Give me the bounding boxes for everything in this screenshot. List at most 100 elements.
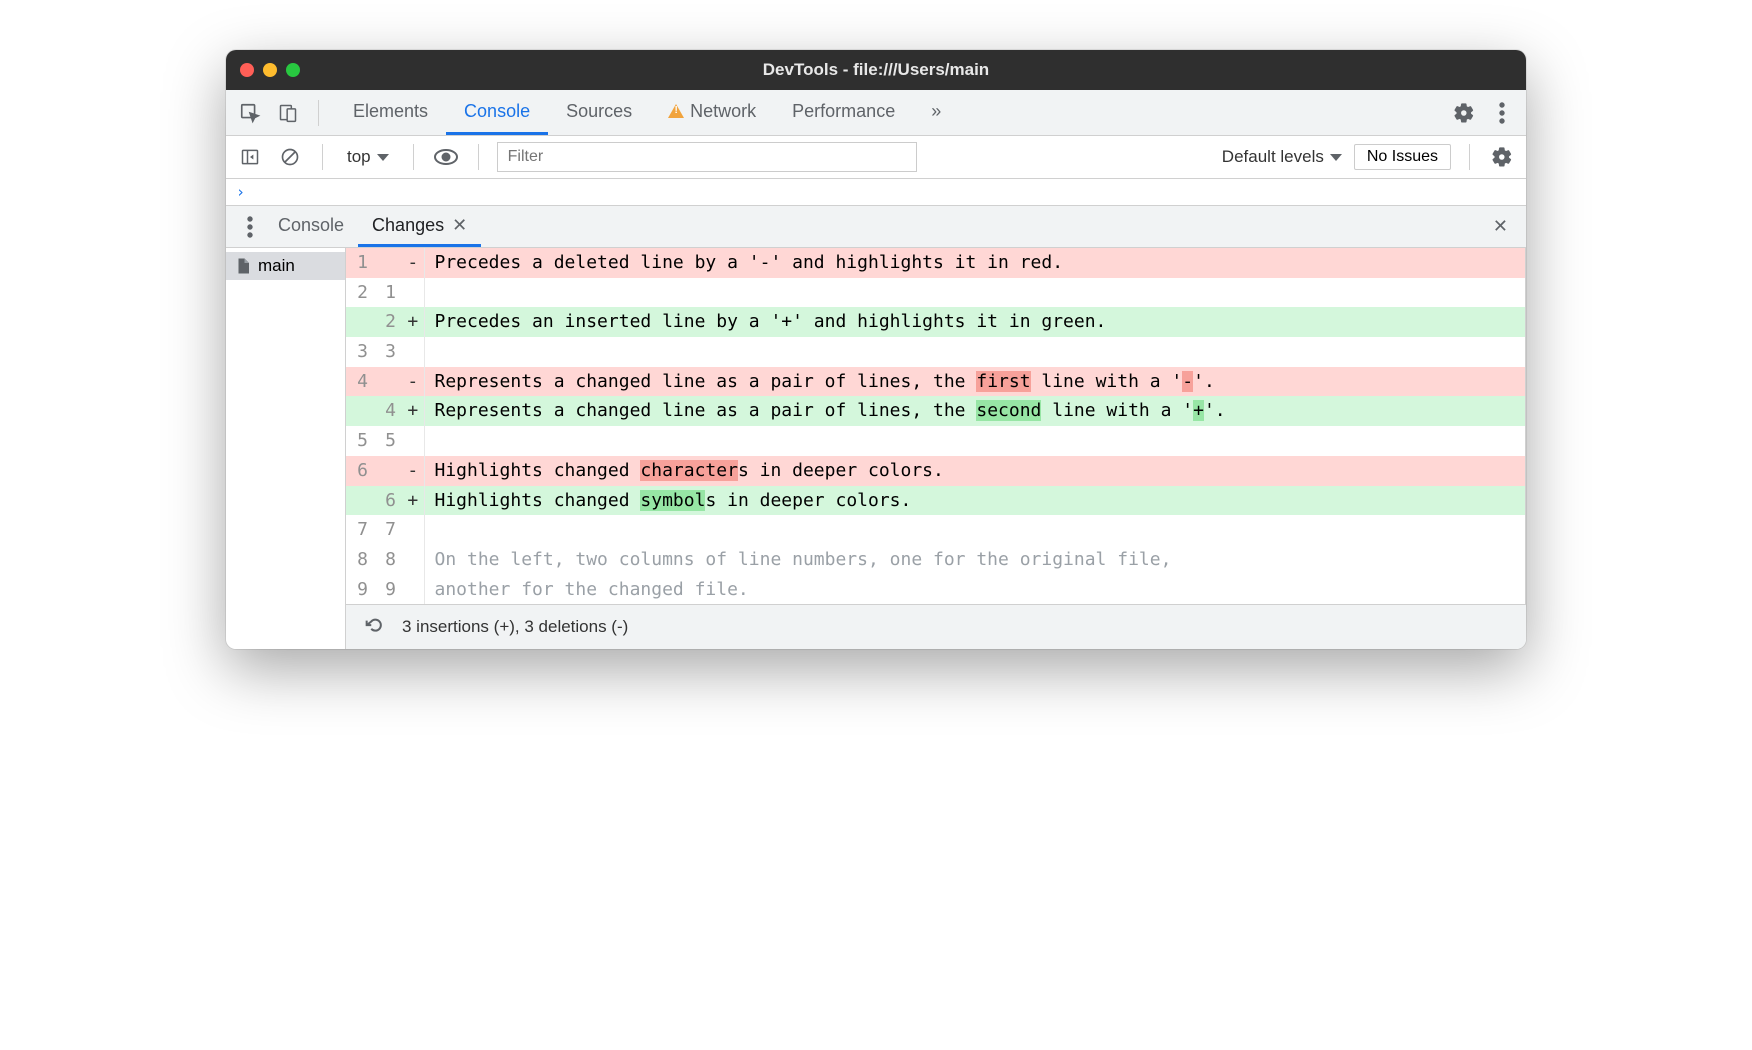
diff-marker bbox=[402, 545, 424, 575]
diff-marker bbox=[402, 337, 424, 367]
diff-content: Highlights changed characters in deeper … bbox=[424, 456, 1525, 486]
main-toolbar: Elements Console Sources Network Perform… bbox=[226, 90, 1526, 136]
chevron-down-icon bbox=[1330, 154, 1342, 161]
diff-content bbox=[424, 337, 1525, 367]
kebab-menu-icon[interactable] bbox=[1488, 99, 1516, 127]
tab-label: Elements bbox=[353, 101, 428, 122]
live-expression-icon[interactable] bbox=[432, 143, 460, 171]
diff-row: 4+Represents a changed line as a pair of… bbox=[346, 396, 1525, 426]
execution-context-selector[interactable]: top bbox=[341, 145, 395, 169]
titlebar: DevTools - file:///Users/main bbox=[226, 50, 1526, 90]
line-number-new: 1 bbox=[374, 278, 402, 308]
diff-row: 55 bbox=[346, 426, 1525, 456]
tab-label: Network bbox=[690, 101, 756, 122]
drawer-tabs: Console Changes ✕ ✕ bbox=[226, 206, 1526, 248]
close-tab-icon[interactable]: ✕ bbox=[452, 215, 467, 236]
diff-marker bbox=[402, 426, 424, 456]
drawer-tab-label: Changes bbox=[372, 215, 444, 236]
context-label: top bbox=[347, 147, 371, 167]
line-number-new bbox=[374, 367, 402, 397]
file-tree-item[interactable]: main bbox=[226, 252, 345, 280]
tab-elements[interactable]: Elements bbox=[335, 90, 446, 135]
line-number-old bbox=[346, 486, 374, 516]
line-number-new: 3 bbox=[374, 337, 402, 367]
tab-label: Performance bbox=[792, 101, 895, 122]
tab-label: Console bbox=[464, 101, 530, 122]
line-number-new: 6 bbox=[374, 486, 402, 516]
console-settings-icon[interactable] bbox=[1488, 143, 1516, 171]
diff-marker bbox=[402, 575, 424, 605]
separator bbox=[478, 144, 479, 170]
tab-network[interactable]: Network bbox=[650, 90, 774, 135]
revert-icon[interactable] bbox=[360, 613, 388, 641]
file-icon bbox=[234, 256, 252, 276]
clear-console-icon[interactable] bbox=[276, 143, 304, 171]
zoom-window-button[interactable] bbox=[286, 63, 300, 77]
tab-label: Sources bbox=[566, 101, 632, 122]
diff-row: 6-Highlights changed characters in deepe… bbox=[346, 456, 1525, 486]
line-number-old: 8 bbox=[346, 545, 374, 575]
chevron-down-icon bbox=[377, 154, 389, 161]
line-number-new: 4 bbox=[374, 396, 402, 426]
separator bbox=[318, 100, 319, 126]
tabs-overflow[interactable]: » bbox=[913, 90, 959, 135]
separator bbox=[413, 144, 414, 170]
settings-icon[interactable] bbox=[1450, 99, 1478, 127]
warning-icon bbox=[668, 104, 684, 118]
minimize-window-button[interactable] bbox=[263, 63, 277, 77]
diff-row: 2+Precedes an inserted line by a '+' and… bbox=[346, 307, 1525, 337]
line-number-old: 5 bbox=[346, 426, 374, 456]
changes-status-bar: 3 insertions (+), 3 deletions (-) bbox=[346, 604, 1526, 649]
drawer-menu-icon[interactable] bbox=[236, 213, 264, 241]
diff-row: 77 bbox=[346, 515, 1525, 545]
changes-panel: main 1-Precedes a deleted line by a '-' … bbox=[226, 248, 1526, 649]
close-window-button[interactable] bbox=[240, 63, 254, 77]
log-levels-selector[interactable]: Default levels bbox=[1222, 147, 1342, 167]
close-drawer-icon[interactable]: ✕ bbox=[1493, 216, 1516, 237]
console-toolbar: top Default levels No Issues bbox=[226, 136, 1526, 179]
tab-sources[interactable]: Sources bbox=[548, 90, 650, 135]
line-number-old: 4 bbox=[346, 367, 374, 397]
line-number-old bbox=[346, 307, 374, 337]
issues-button[interactable]: No Issues bbox=[1354, 144, 1451, 170]
issues-label: No Issues bbox=[1367, 148, 1438, 165]
drawer-tab-label: Console bbox=[278, 215, 344, 236]
file-tree: main bbox=[226, 248, 346, 649]
diff-content: Represents a changed line as a pair of l… bbox=[424, 367, 1525, 397]
drawer-tab-console[interactable]: Console bbox=[264, 206, 358, 247]
diff-content: Precedes an inserted line by a '+' and h… bbox=[424, 307, 1525, 337]
diff-row: 33 bbox=[346, 337, 1525, 367]
line-number-new: 2 bbox=[374, 307, 402, 337]
diff-content: another for the changed file. bbox=[424, 575, 1525, 605]
drawer-tab-changes[interactable]: Changes ✕ bbox=[358, 206, 481, 247]
diff-row: 21 bbox=[346, 278, 1525, 308]
device-toolbar-icon[interactable] bbox=[274, 99, 302, 127]
tab-console[interactable]: Console bbox=[446, 90, 548, 135]
file-name: main bbox=[258, 256, 295, 276]
line-number-new: 7 bbox=[374, 515, 402, 545]
diff-content: On the left, two columns of line numbers… bbox=[424, 545, 1525, 575]
tab-performance[interactable]: Performance bbox=[774, 90, 913, 135]
line-number-old: 9 bbox=[346, 575, 374, 605]
diff-marker bbox=[402, 278, 424, 308]
diff-marker: + bbox=[402, 486, 424, 516]
diff-content bbox=[424, 515, 1525, 545]
diff-marker bbox=[402, 515, 424, 545]
diff-pane: 1-Precedes a deleted line by a '-' and h… bbox=[346, 248, 1526, 649]
diff-row: 88On the left, two columns of line numbe… bbox=[346, 545, 1525, 575]
main-tabs: Elements Console Sources Network Perform… bbox=[335, 90, 959, 135]
filter-input[interactable] bbox=[497, 142, 917, 172]
overflow-label: » bbox=[931, 101, 941, 122]
diff-content: Highlights changed symbols in deeper col… bbox=[424, 486, 1525, 516]
console-prompt[interactable]: › bbox=[226, 179, 1526, 206]
inspect-element-icon[interactable] bbox=[236, 99, 264, 127]
window-controls bbox=[240, 63, 300, 77]
diff-content bbox=[424, 278, 1525, 308]
line-number-new: 9 bbox=[374, 575, 402, 605]
diff-marker: + bbox=[402, 307, 424, 337]
devtools-window: DevTools - file:///Users/main Elements C… bbox=[226, 50, 1526, 649]
line-number-old: 2 bbox=[346, 278, 374, 308]
diff-view: 1-Precedes a deleted line by a '-' and h… bbox=[346, 248, 1525, 604]
line-number-old: 1 bbox=[346, 248, 374, 278]
console-sidebar-toggle-icon[interactable] bbox=[236, 143, 264, 171]
